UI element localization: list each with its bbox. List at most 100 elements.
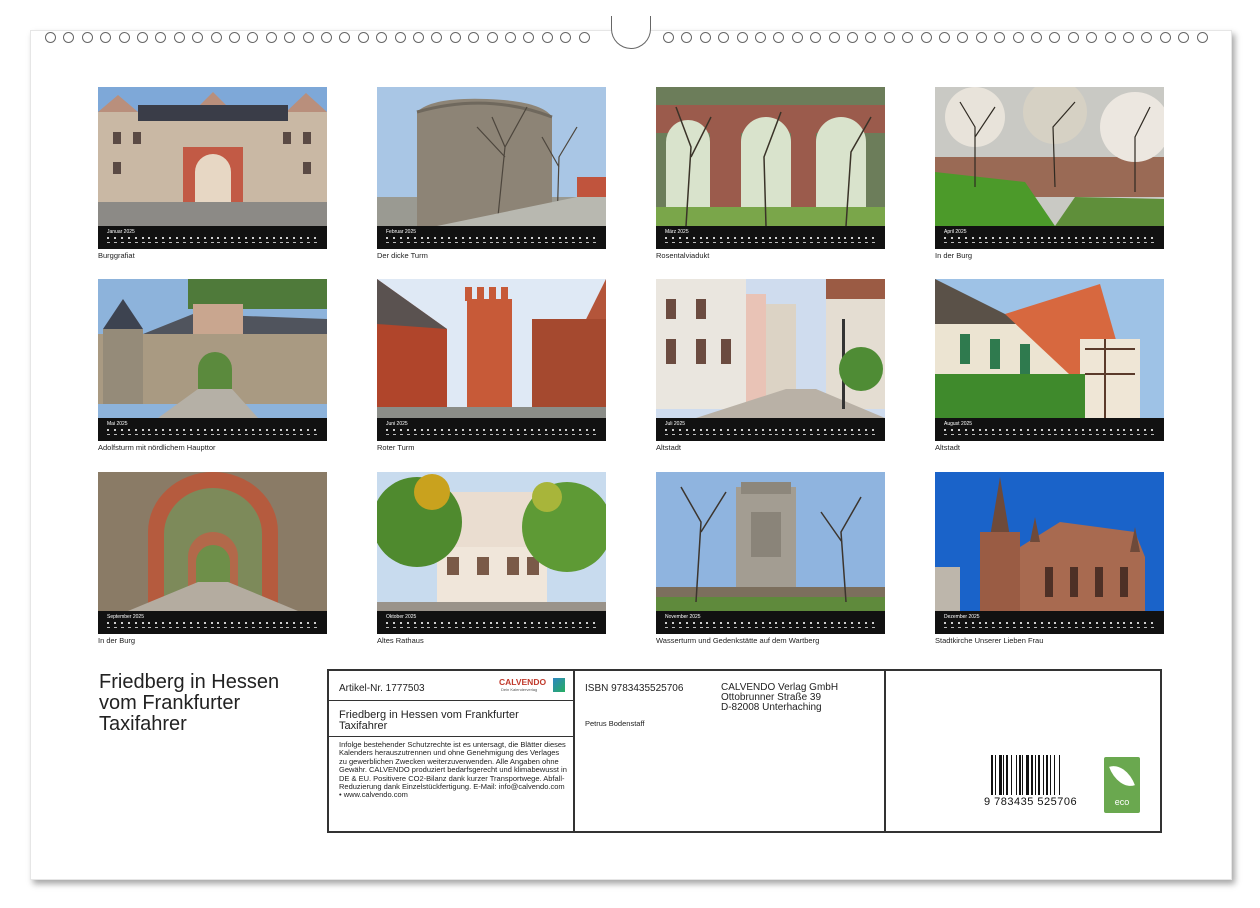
day-number-marker [1019, 242, 1023, 243]
article-number: Artikel-Nr. 1777503 [339, 683, 425, 694]
day-marker [245, 622, 247, 624]
day-number-marker [1082, 242, 1085, 243]
day-number-marker [468, 627, 472, 628]
day-number-marker [740, 434, 744, 435]
binding-ring [541, 32, 553, 43]
day-marker [586, 237, 589, 239]
binding-ring [449, 32, 461, 43]
day-number-marker [1047, 627, 1051, 628]
day-marker [796, 429, 799, 431]
day-marker [851, 237, 854, 239]
day-grid [665, 237, 880, 245]
day-marker [1068, 429, 1071, 431]
day-marker [251, 429, 254, 431]
day-number-marker [803, 434, 806, 435]
day-number-marker [1102, 242, 1106, 243]
month-calendar-strip: Februar 2025 [377, 226, 606, 249]
day-number-marker [586, 627, 590, 628]
day-marker [685, 429, 688, 431]
day-number-marker [279, 242, 283, 243]
day-marker [265, 622, 268, 624]
day-number-marker [482, 242, 486, 243]
day-number-marker [816, 434, 820, 435]
day-marker [141, 622, 144, 624]
day-marker [957, 622, 960, 624]
month-calendar-strip: März 2025 [656, 226, 885, 249]
day-number-marker [1123, 627, 1127, 628]
day-marker [251, 622, 254, 624]
day-marker [551, 622, 554, 624]
day-number-marker [851, 242, 855, 243]
binding-ring [173, 32, 185, 43]
day-marker [1019, 622, 1022, 624]
day-marker [406, 237, 409, 239]
day-number-marker [258, 242, 262, 243]
day-marker [1047, 237, 1050, 239]
day-marker [551, 429, 554, 431]
day-number-marker [782, 242, 786, 243]
day-number-marker [434, 242, 438, 243]
day-number-marker [1075, 627, 1079, 628]
day-number-marker [265, 434, 269, 435]
day-number-marker [1082, 434, 1085, 435]
barcode-bar [1031, 755, 1033, 795]
binding-ring [883, 32, 895, 43]
day-marker [761, 622, 764, 624]
day-number-marker [155, 434, 159, 435]
calvendo-logo: CALVENDO Dein Kalenderverlag [499, 677, 565, 695]
photo-caption: Altstadt [656, 443, 682, 452]
day-marker [1019, 237, 1022, 239]
day-marker [858, 237, 861, 239]
day-number-marker [1006, 242, 1010, 243]
day-marker [706, 429, 709, 431]
day-number-marker [720, 627, 724, 628]
day-number-marker [944, 627, 947, 628]
photo-caption: Burggrafiat [98, 251, 135, 260]
day-marker [775, 622, 778, 624]
day-number-marker [775, 434, 779, 435]
day-number-marker [830, 627, 834, 628]
binding-ring [699, 32, 711, 43]
day-marker [1144, 622, 1147, 624]
day-number-marker [210, 434, 214, 435]
day-marker [203, 622, 206, 624]
day-number-marker [1151, 434, 1154, 435]
day-number-marker [196, 242, 200, 243]
day-number-marker [392, 434, 396, 435]
day-number-marker [258, 434, 262, 435]
day-marker [775, 429, 778, 431]
day-number-marker [420, 627, 424, 628]
day-marker [127, 429, 130, 431]
day-number-marker [1137, 627, 1141, 628]
day-marker [182, 429, 185, 431]
day-marker [544, 237, 547, 239]
day-marker [1006, 429, 1009, 431]
day-marker [789, 429, 792, 431]
day-number-marker [565, 242, 569, 243]
day-marker [1019, 429, 1022, 431]
day-marker [113, 622, 116, 624]
day-number-marker [747, 242, 751, 243]
barcode-bar [994, 755, 996, 795]
day-marker [985, 237, 988, 239]
day-marker [665, 429, 667, 431]
day-marker [740, 237, 743, 239]
day-number-marker [314, 242, 317, 243]
day-marker [482, 429, 485, 431]
day-number-marker [517, 434, 521, 435]
day-number-marker [386, 242, 389, 243]
day-marker [1144, 237, 1147, 239]
eco-label: eco [1114, 797, 1130, 807]
day-number-marker [692, 434, 696, 435]
day-number-marker [169, 627, 173, 628]
day-number-marker [265, 242, 269, 243]
day-number-marker [544, 627, 548, 628]
day-marker [727, 622, 730, 624]
day-number-marker [406, 434, 410, 435]
day-marker [565, 429, 568, 431]
day-number-marker [734, 434, 737, 435]
day-marker [286, 622, 289, 624]
binding-ring [81, 32, 93, 43]
day-marker [1061, 237, 1064, 239]
month-calendar-strip: November 2025 [656, 611, 885, 634]
